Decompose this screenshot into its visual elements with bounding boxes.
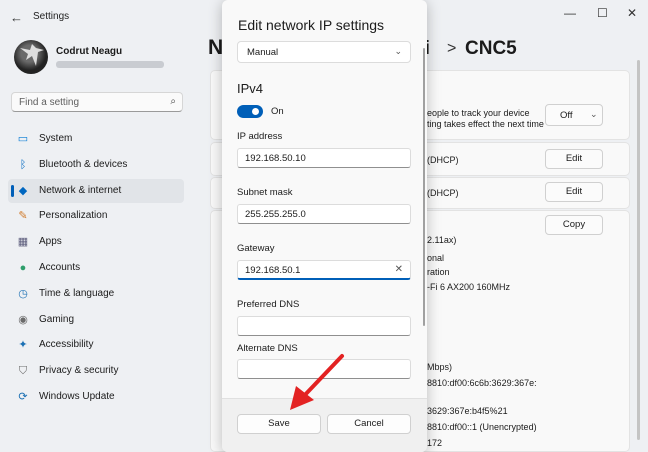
ip-assignment-value: (DHCP) [427,155,459,165]
metered-select[interactable]: Off ⌄ [545,104,603,126]
sidebar-item-label: Accessibility [39,339,94,351]
ip-mode-value: Manual [247,47,279,58]
sidebar-item-network-internet[interactable]: ◆ Network & internet [8,178,184,203]
breadcrumb-separator: > [447,40,457,57]
ipv4-toggle[interactable] [237,105,263,118]
clear-icon[interactable]: ✕ [395,264,403,275]
metered-description: eople to track your device [427,108,530,118]
gateway-input[interactable]: 192.168.50.1 ✕ [237,260,411,280]
save-button[interactable]: Save [237,414,321,434]
property-value: 2.11ax) [427,235,457,245]
page-title: CNC5 [465,38,517,59]
ip-mode-select[interactable]: Manual ⌄ [237,41,411,63]
sidebar-item-privacy-security[interactable]: ⛉ Privacy & security [8,359,184,383]
sidebar-item-bluetooth-devices[interactable]: ᛒ Bluetooth & devices [8,153,184,177]
brush-icon: ✎ [18,210,28,223]
dialog-scrollbar[interactable] [423,48,425,326]
metered-description-2: ting takes effect the next time [427,119,544,129]
property-value: 8810:df00::1 (Unencrypted) [427,422,537,432]
chevron-down-icon: ⌄ [394,46,402,56]
sidebar-item-time-language[interactable]: ◷ Time & language [8,282,184,306]
preferred-dns-input[interactable] [237,316,411,336]
bluetooth-icon: ᛒ [19,158,27,171]
sidebar-item-label: Privacy & security [39,365,119,377]
apps-icon: ▦ [17,236,29,249]
sidebar-item-accounts[interactable]: ● Accounts [8,256,184,280]
subnet-mask-input[interactable]: 255.255.255.0 [237,204,411,224]
cancel-button[interactable]: Cancel [327,414,411,434]
active-indicator [11,184,14,197]
minimize-button[interactable]: — [564,6,576,20]
sidebar-item-label: Windows Update [39,391,115,402]
sidebar-item-gaming[interactable]: ◉ Gaming [8,308,184,332]
sidebar-item-personalization[interactable]: ✎ Personalization [8,204,184,228]
sidebar-item-label: Gaming [39,313,75,325]
gateway-value: 192.168.50.1 [245,265,301,276]
metered-select-value: Off [560,110,573,121]
ipv4-heading: IPv4 [237,81,264,96]
property-value: 172 [427,438,443,448]
search-box[interactable]: Find a setting ⌕ [11,92,183,112]
user-name: Codrut Neagu [56,46,123,57]
sidebar-item-label: Accounts [39,262,81,273]
wifi-icon: ◆ [18,184,28,197]
annotation-arrow-icon [290,354,344,410]
property-value: -Fi 6 AX200 160MHz [427,282,511,292]
avatar[interactable] [14,40,48,74]
search-input[interactable]: Find a setting [19,97,79,108]
dns-assignment-value: (DHCP) [427,188,459,198]
accessibility-icon: ✦ [18,339,28,352]
gateway-label: Gateway [237,243,275,254]
gaming-icon: ◉ [18,313,28,326]
copy-button[interactable]: Copy [545,215,603,235]
scrollbar[interactable] [637,60,640,440]
sidebar-item-label: Bluetooth & devices [39,158,128,170]
property-value: 8810:df00:6c6b:3629:367e: [427,378,537,388]
property-value: 3629:367e:b4f5%21 [427,406,508,416]
ip-address-label: IP address [237,131,283,142]
subnet-mask-value: 255.255.255.0 [245,209,306,220]
sidebar-item-label: System [39,133,73,144]
toggle-label: On [271,106,284,117]
property-value: Mbps) [427,362,453,372]
sidebar-item-label: Time & language [39,287,115,299]
edit-dns-button[interactable]: Edit [545,182,603,202]
user-email-redacted [56,61,164,68]
close-button[interactable]: ✕ [627,6,637,20]
chevron-down-icon: ⌄ [590,109,598,119]
sidebar-item-accessibility[interactable]: ✦ Accessibility [8,333,184,357]
ip-address-input[interactable]: 192.168.50.10 [237,148,411,168]
edit-ip-button[interactable]: Edit [545,149,603,169]
sidebar-item-windows-update[interactable]: ⟳ Windows Update [8,385,184,409]
maximize-button[interactable]: ☐ [597,6,608,20]
subnet-mask-label: Subnet mask [237,187,293,198]
property-value: ration [427,267,450,277]
back-arrow-icon[interactable]: ← [10,10,23,25]
clock-icon: ◷ [18,287,28,300]
toggle-knob [252,108,259,115]
sidebar-item-label: Network & internet [39,184,122,196]
accounts-icon: ● [19,262,27,274]
update-icon: ⟳ [18,391,28,403]
dialog-title: Edit network IP settings [238,17,385,33]
sidebar-item-system[interactable]: ▭ System [8,127,184,151]
ip-address-value: 192.168.50.10 [245,153,306,164]
breadcrumb-network[interactable]: N [208,36,223,60]
property-value: onal [427,253,445,263]
sidebar-item-apps[interactable]: ▦ Apps [8,230,184,254]
system-icon: ▭ [17,133,29,145]
preferred-dns-label: Preferred DNS [237,299,300,310]
window-title: Settings [33,11,70,22]
sidebar-item-label: Personalization [39,210,108,222]
search-icon[interactable]: ⌕ [170,96,176,107]
shield-icon: ⛉ [18,365,28,378]
sidebar-item-label: Apps [39,236,62,248]
